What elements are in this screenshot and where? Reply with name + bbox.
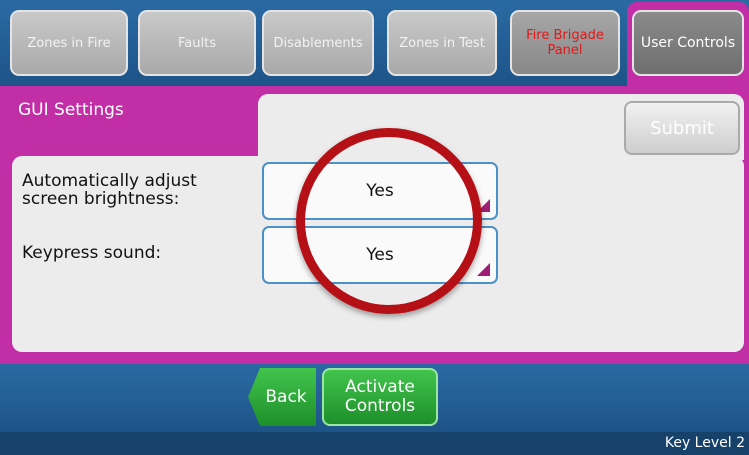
submit-button[interactable]: Submit (624, 101, 740, 155)
key-level-indicator: Key Level 2 (664, 435, 745, 451)
tab-fire-brigade-panel[interactable]: Fire Brigade Panel (510, 10, 620, 76)
dropdown-corner-icon (477, 263, 490, 276)
keypress-sound-label: Keypress sound: (22, 243, 162, 263)
dropdown-corner-icon (477, 199, 490, 212)
keypress-sound-value: Yes (366, 245, 394, 265)
activate-controls-button[interactable]: Activate Controls (322, 368, 438, 426)
tab-faults[interactable]: Faults (138, 10, 256, 76)
back-button[interactable]: Back (248, 368, 316, 426)
brightness-select[interactable]: Yes (262, 162, 498, 220)
tab-disablements[interactable]: Disablements (262, 10, 374, 76)
brightness-label-line1: Automatically adjust (22, 171, 197, 191)
keypress-sound-select[interactable]: Yes (262, 226, 498, 284)
brightness-setting-label: Automatically adjust screen brightness: (22, 172, 197, 208)
activate-line2: Controls (344, 396, 416, 416)
activate-line1: Activate (345, 377, 415, 397)
brightness-value: Yes (366, 181, 394, 201)
page-title: GUI Settings (18, 100, 124, 120)
status-bar: Key Level 2 (0, 432, 749, 455)
tab-zones-in-fire[interactable]: Zones in Fire (10, 10, 128, 76)
brightness-label-line2: screen brightness: (22, 189, 180, 209)
tab-user-controls[interactable]: User Controls (632, 10, 744, 76)
tab-zones-in-test[interactable]: Zones in Test (387, 10, 497, 76)
